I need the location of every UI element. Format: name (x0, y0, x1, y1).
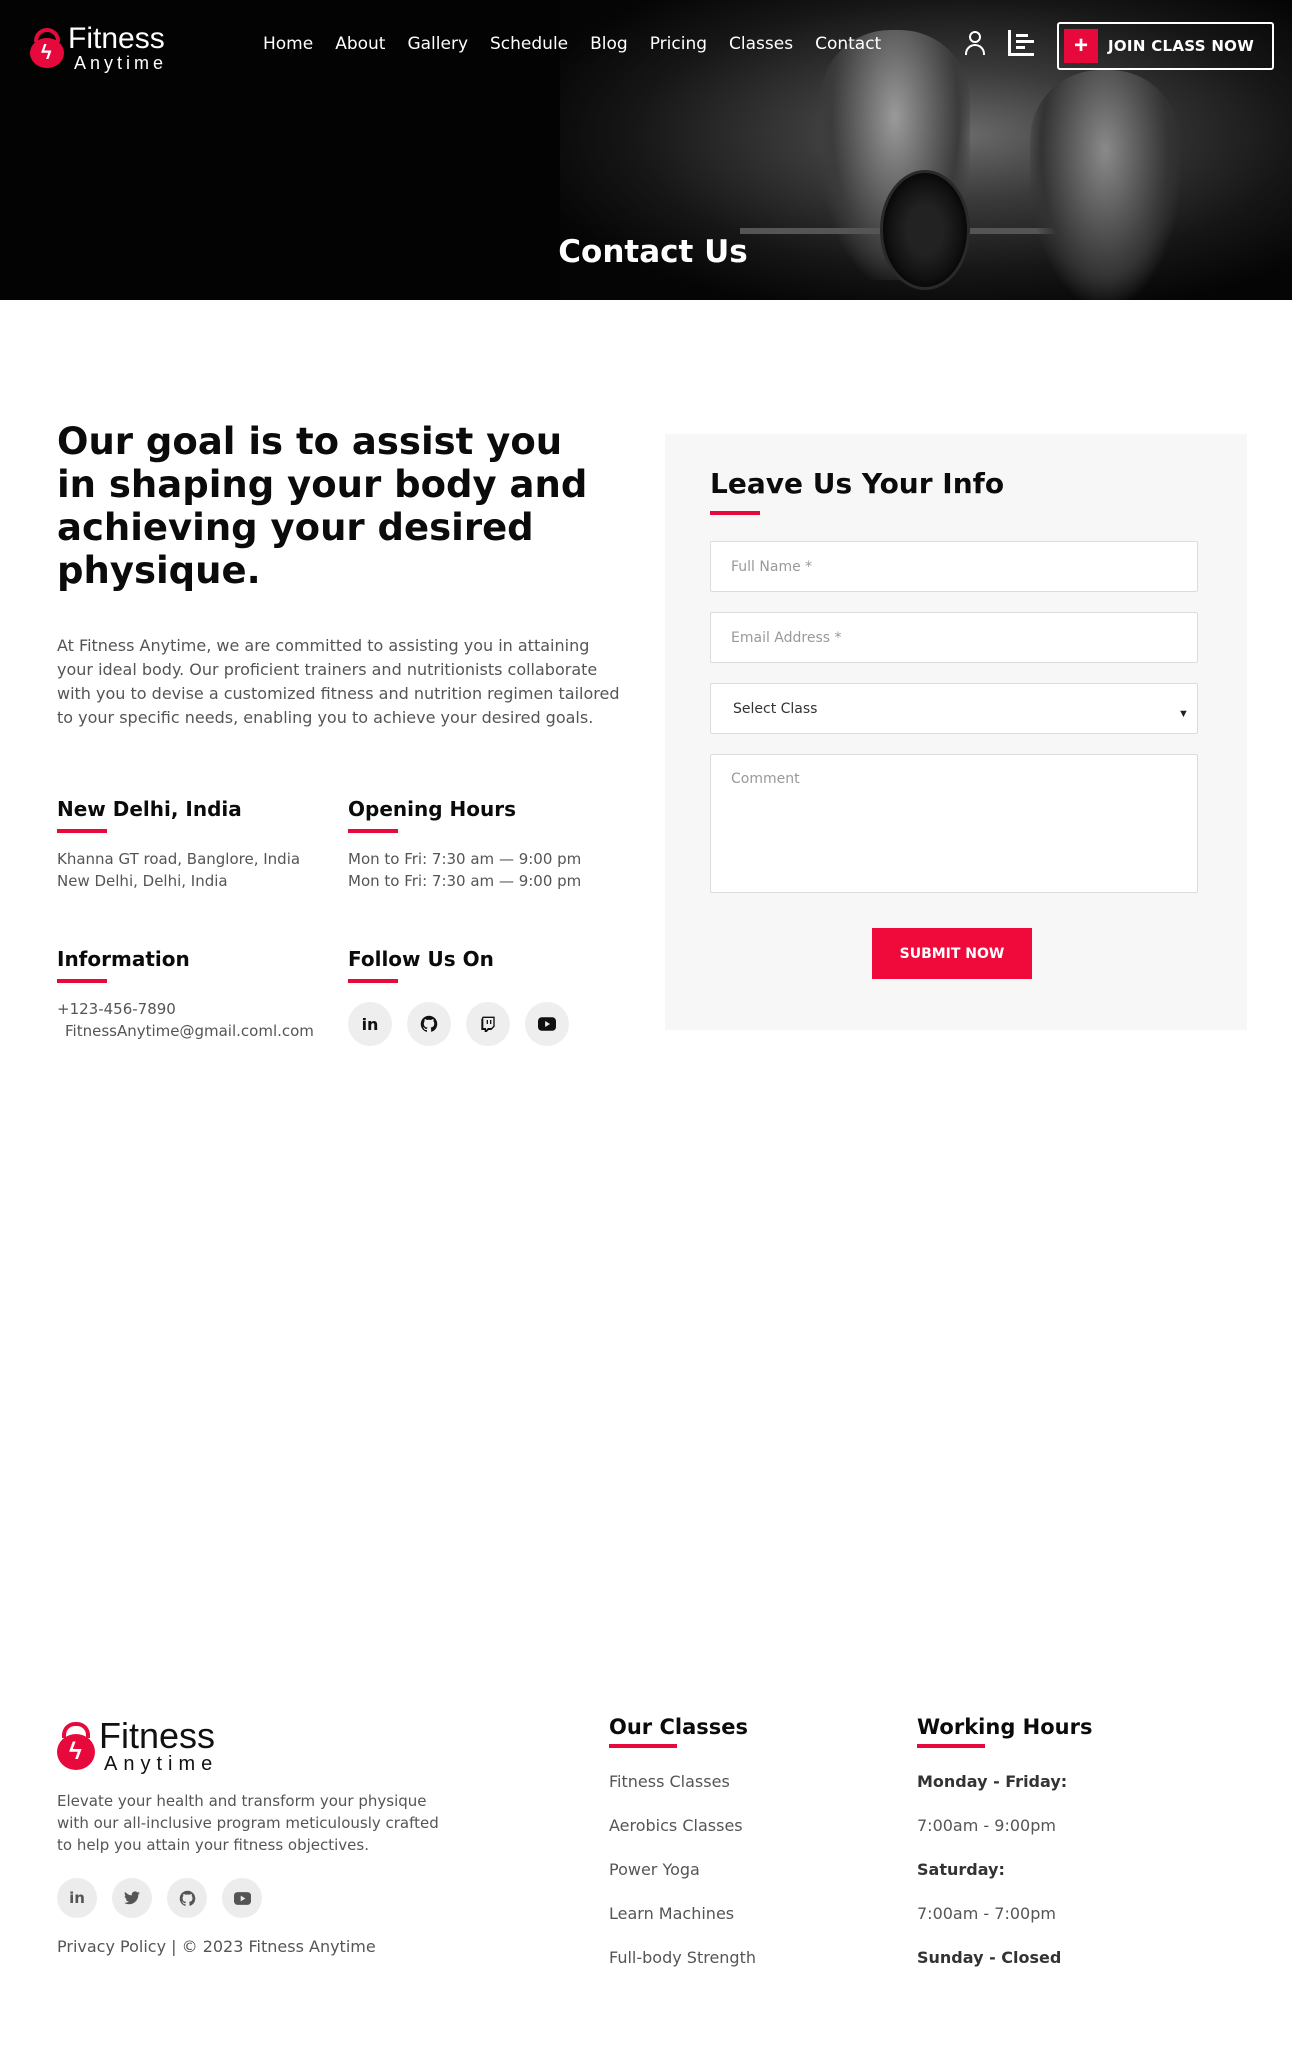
hours-line: Mon to Fri: 7:30 am — 9:00 pm (348, 850, 582, 868)
comment-textarea[interactable] (710, 754, 1198, 893)
follow-title: Follow Us On (348, 947, 494, 971)
weight-plate (880, 170, 970, 290)
intro-text: At Fitness Anytime, we are committed to … (57, 636, 620, 727)
email-input[interactable] (710, 612, 1198, 663)
information-block: Information +123-456-7890 FitnessAnytime… (57, 947, 314, 1042)
footer-social-links: in (57, 1878, 262, 1918)
intro-headline: Our goal is to assist you in shaping you… (57, 420, 588, 592)
nav-schedule[interactable]: Schedule (490, 34, 568, 54)
submit-button[interactable]: SUBMIT NOW (872, 928, 1032, 979)
nav-gallery[interactable]: Gallery (407, 34, 468, 54)
hours-label: Sunday - Closed (917, 1948, 1062, 1967)
social-links: in (348, 1002, 569, 1046)
hours-title: Opening Hours (348, 797, 516, 821)
title-underline (57, 829, 107, 833)
working-hours-title: Working Hours (917, 1715, 1093, 1739)
copyright[interactable]: Privacy Policy | © 2023 Fitness Anytime (57, 1937, 376, 1956)
github-icon[interactable] (167, 1878, 207, 1918)
footer-description: Elevate your health and transform your p… (57, 1792, 439, 1854)
hero-banner: ϟ Fitness Anytime Home About Gallery Sch… (0, 0, 1292, 300)
brand-tagline: Anytime (74, 53, 168, 73)
chart-icon[interactable] (1008, 30, 1034, 56)
brand-name: Fitness (68, 22, 165, 55)
footer-link[interactable]: Power Yoga (609, 1848, 756, 1892)
hours-line: Mon to Fri: 7:30 am — 9:00 pm (348, 872, 582, 890)
title-underline (348, 829, 398, 833)
youtube-icon[interactable] (525, 1002, 569, 1046)
kettlebell-icon: ϟ (30, 28, 64, 68)
full-name-input[interactable] (710, 541, 1198, 592)
hours-block: Opening Hours Mon to Fri: 7:30 am — 9:00… (348, 797, 581, 892)
title-underline (57, 979, 107, 983)
footer-hours: Working Hours Monday - Friday: 7:00am - … (917, 1715, 1092, 1980)
nav-blog[interactable]: Blog (590, 34, 628, 54)
nav-classes[interactable]: Classes (729, 34, 793, 54)
hours-label: Monday - Friday: (917, 1772, 1068, 1791)
nav-pricing[interactable]: Pricing (650, 34, 707, 54)
title-underline (917, 1744, 985, 1748)
footer-link[interactable]: Aerobics Classes (609, 1804, 756, 1848)
linkedin-icon[interactable]: in (348, 1002, 392, 1046)
footer-logo[interactable]: ϟ Fitness Anytime (57, 1718, 218, 1774)
information-title: Information (57, 947, 190, 971)
main-nav: Home About Gallery Schedule Blog Pricing… (263, 34, 903, 54)
brand-logo[interactable]: ϟ Fitness Anytime (30, 24, 167, 72)
location-title: New Delhi, India (57, 797, 242, 821)
contact-form: Leave Us Your Info Select Class ▼ SUBMIT… (665, 434, 1247, 1030)
nav-home[interactable]: Home (263, 34, 313, 54)
linkedin-icon[interactable]: in (57, 1878, 97, 1918)
user-icon[interactable] (962, 30, 988, 56)
github-icon[interactable] (407, 1002, 451, 1046)
hours-value: 7:00am - 9:00pm (917, 1816, 1056, 1835)
footer-link[interactable]: Fitness Classes (609, 1760, 756, 1804)
footer-link[interactable]: Learn Machines (609, 1892, 756, 1936)
location-block: New Delhi, India Khanna GT road, Banglor… (57, 797, 300, 892)
class-select[interactable]: Select Class (710, 683, 1198, 734)
twitch-icon[interactable] (466, 1002, 510, 1046)
brand-name: Fitness (99, 1715, 216, 1756)
hours-value: 7:00am - 7:00pm (917, 1904, 1056, 1923)
join-class-label: JOIN CLASS NOW (1108, 37, 1255, 55)
form-title: Leave Us Your Info (710, 467, 1005, 500)
title-underline (710, 511, 760, 515)
phone-number[interactable]: +123-456-7890 (57, 998, 314, 1020)
email-address[interactable]: FitnessAnytime@gmail.coml.com (57, 1020, 314, 1042)
header-icons (962, 30, 1034, 56)
footer-link[interactable]: Full-body Strength (609, 1936, 756, 1980)
join-class-button[interactable]: + JOIN CLASS NOW (1057, 22, 1274, 70)
title-underline (348, 979, 398, 983)
follow-block: Follow Us On in (348, 947, 569, 1046)
address-line: New Delhi, Delhi, India (57, 872, 228, 890)
youtube-icon[interactable] (222, 1878, 262, 1918)
nav-about[interactable]: About (335, 34, 385, 54)
nav-contact[interactable]: Contact (815, 34, 881, 54)
hours-label: Saturday: (917, 1860, 1005, 1879)
kettlebell-icon: ϟ (57, 1722, 95, 1770)
title-underline (609, 1744, 677, 1748)
address-line: Khanna GT road, Banglore, India (57, 850, 301, 868)
page-title: Contact Us (558, 234, 748, 270)
classes-title: Our Classes (609, 1715, 748, 1739)
plus-icon: + (1064, 29, 1098, 63)
brand-tagline: Anytime (104, 1753, 219, 1775)
twitter-icon[interactable] (112, 1878, 152, 1918)
footer-classes: Our Classes Fitness Classes Aerobics Cla… (609, 1715, 756, 1980)
